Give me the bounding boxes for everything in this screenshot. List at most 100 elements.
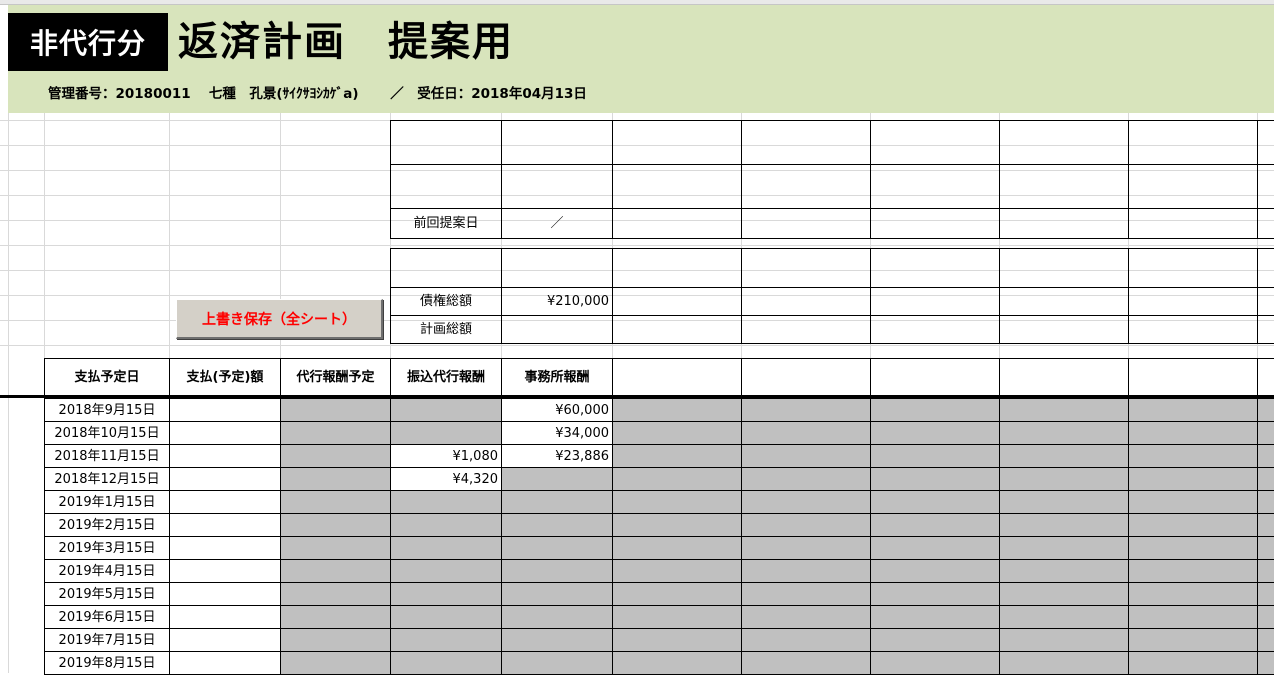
payment-amount-cell[interactable] — [169, 536, 281, 560]
table-cell[interactable] — [741, 513, 871, 537]
table-cell[interactable] — [870, 582, 1000, 606]
header-cell[interactable] — [1257, 358, 1274, 397]
table-cell[interactable] — [1257, 398, 1274, 422]
table-cell[interactable] — [612, 582, 742, 606]
table-cell[interactable] — [741, 398, 871, 422]
summary-cell[interactable] — [1128, 248, 1258, 288]
payment-date-cell[interactable]: 2018年11月15日 — [44, 444, 170, 468]
payment-date-cell[interactable]: 2018年10月15日 — [44, 421, 170, 445]
summary-cell[interactable] — [741, 208, 871, 239]
table-cell[interactable] — [999, 559, 1129, 583]
transfer-fee-cell[interactable] — [390, 651, 502, 675]
transfer-fee-cell[interactable] — [390, 421, 502, 445]
summary-cell[interactable] — [501, 248, 613, 288]
payment-amount-cell[interactable] — [169, 559, 281, 583]
office-fee-cell[interactable]: ¥60,000 — [501, 398, 613, 422]
table-cell[interactable] — [999, 467, 1129, 491]
table-cell[interactable] — [999, 444, 1129, 468]
table-cell[interactable] — [741, 605, 871, 629]
prev-proposal-value[interactable]: ／ — [501, 208, 613, 239]
table-cell[interactable] — [612, 651, 742, 675]
summary-cell[interactable] — [1128, 208, 1258, 239]
table-cell[interactable] — [999, 490, 1129, 514]
summary-cell[interactable] — [390, 248, 502, 288]
payment-amount-cell[interactable] — [169, 605, 281, 629]
agency-fee-cell[interactable] — [280, 582, 391, 606]
agency-fee-cell[interactable] — [280, 628, 391, 652]
table-cell[interactable] — [1257, 605, 1274, 629]
table-cell[interactable] — [870, 536, 1000, 560]
summary-cell[interactable] — [612, 164, 742, 209]
table-cell[interactable] — [999, 651, 1129, 675]
table-cell[interactable] — [870, 559, 1000, 583]
payment-amount-cell[interactable] — [169, 490, 281, 514]
table-cell[interactable] — [1257, 651, 1274, 675]
agency-fee-cell[interactable] — [280, 490, 391, 514]
table-cell[interactable] — [999, 421, 1129, 445]
summary-cell[interactable] — [1128, 164, 1258, 209]
table-cell[interactable] — [870, 421, 1000, 445]
header-office-fee[interactable]: 事務所報酬 — [501, 358, 613, 397]
summary-cell[interactable] — [612, 120, 742, 165]
summary-cell[interactable] — [870, 287, 1000, 316]
summary-cell[interactable] — [741, 287, 871, 316]
summary-cell[interactable] — [390, 164, 502, 209]
payment-date-cell[interactable]: 2019年3月15日 — [44, 536, 170, 560]
table-cell[interactable] — [741, 651, 871, 675]
table-cell[interactable] — [870, 628, 1000, 652]
table-cell[interactable] — [1128, 536, 1258, 560]
summary-cell[interactable] — [741, 248, 871, 288]
summary-cell[interactable] — [741, 315, 871, 344]
table-cell[interactable] — [612, 467, 742, 491]
table-cell[interactable] — [741, 490, 871, 514]
summary-cell[interactable] — [999, 208, 1129, 239]
table-cell[interactable] — [870, 444, 1000, 468]
table-cell[interactable] — [1257, 513, 1274, 537]
office-fee-cell[interactable]: ¥34,000 — [501, 421, 613, 445]
agency-fee-cell[interactable] — [280, 467, 391, 491]
header-cell[interactable] — [741, 358, 871, 397]
table-cell[interactable] — [1257, 490, 1274, 514]
table-cell[interactable] — [612, 490, 742, 514]
summary-cell[interactable] — [870, 315, 1000, 344]
office-fee-cell[interactable] — [501, 605, 613, 629]
transfer-fee-cell[interactable]: ¥1,080 — [390, 444, 502, 468]
transfer-fee-cell[interactable] — [390, 582, 502, 606]
table-cell[interactable] — [612, 605, 742, 629]
summary-cell[interactable] — [1128, 287, 1258, 316]
overwrite-save-button[interactable]: 上書き保存（全シート） — [176, 299, 383, 339]
office-fee-cell[interactable] — [501, 628, 613, 652]
table-cell[interactable] — [1257, 559, 1274, 583]
payment-amount-cell[interactable] — [169, 651, 281, 675]
summary-cell[interactable] — [1128, 120, 1258, 165]
header-payment-amount[interactable]: 支払(予定)額 — [169, 358, 281, 397]
table-cell[interactable] — [1128, 628, 1258, 652]
transfer-fee-cell[interactable] — [390, 398, 502, 422]
table-cell[interactable] — [999, 513, 1129, 537]
table-cell[interactable] — [1128, 651, 1258, 675]
summary-cell[interactable] — [1257, 120, 1274, 165]
table-cell[interactable] — [741, 628, 871, 652]
transfer-fee-cell[interactable]: ¥4,320 — [390, 467, 502, 491]
summary-cell[interactable] — [999, 287, 1129, 316]
summary-cell[interactable] — [1128, 315, 1258, 344]
prev-proposal-label[interactable]: 前回提案日 — [390, 208, 502, 239]
transfer-fee-cell[interactable] — [390, 628, 502, 652]
table-cell[interactable] — [1257, 628, 1274, 652]
table-cell[interactable] — [999, 605, 1129, 629]
summary-cell[interactable] — [741, 164, 871, 209]
table-cell[interactable] — [870, 398, 1000, 422]
transfer-fee-cell[interactable] — [390, 536, 502, 560]
header-cell[interactable] — [999, 358, 1129, 397]
table-cell[interactable] — [870, 605, 1000, 629]
summary-cell[interactable] — [612, 315, 742, 344]
agency-fee-cell[interactable] — [280, 444, 391, 468]
table-cell[interactable] — [1128, 559, 1258, 583]
transfer-fee-cell[interactable] — [390, 513, 502, 537]
agency-fee-cell[interactable] — [280, 398, 391, 422]
payment-date-cell[interactable]: 2018年9月15日 — [44, 398, 170, 422]
agency-fee-cell[interactable] — [280, 651, 391, 675]
table-cell[interactable] — [741, 467, 871, 491]
table-cell[interactable] — [612, 421, 742, 445]
table-cell[interactable] — [1128, 398, 1258, 422]
